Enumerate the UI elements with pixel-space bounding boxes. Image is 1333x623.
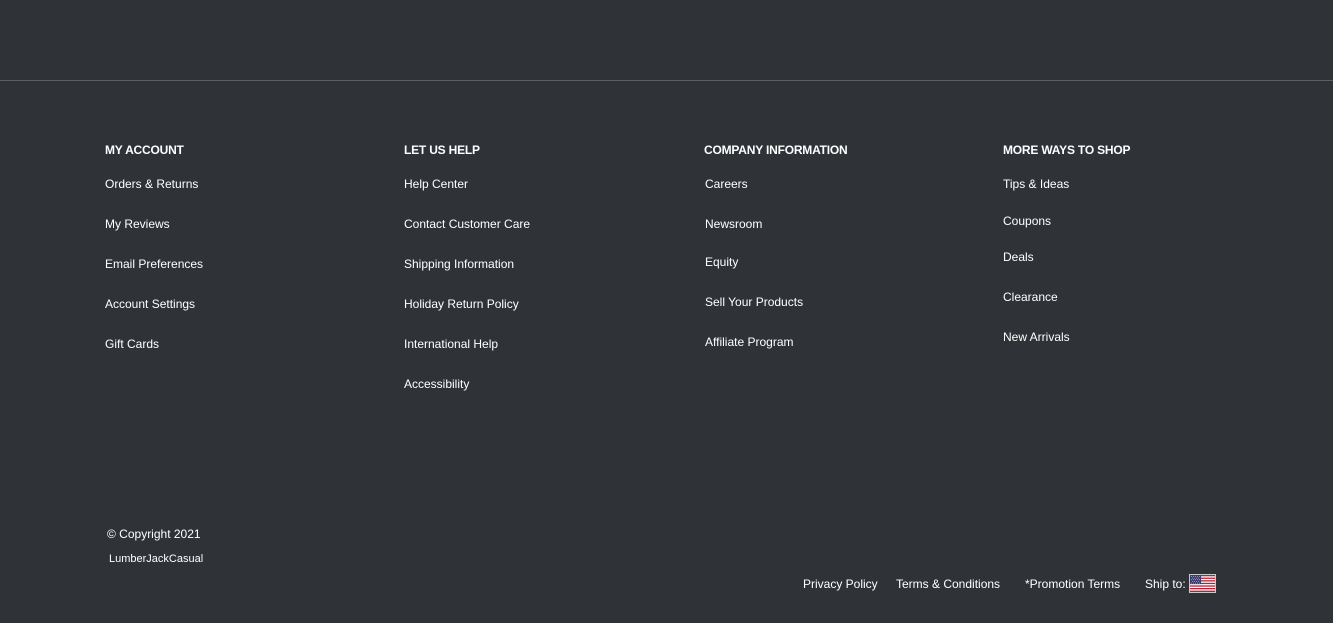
ship-to-label: Ship to: bbox=[1145, 577, 1186, 591]
help-center-link[interactable]: Help Center bbox=[404, 176, 468, 192]
us-flag-icon[interactable] bbox=[1189, 574, 1216, 593]
company-information-heading: COMPANY INFORMATION bbox=[704, 143, 848, 157]
clearance-link[interactable]: Clearance bbox=[1003, 289, 1058, 305]
my-reviews-link[interactable]: My Reviews bbox=[105, 216, 170, 232]
orders-returns-link[interactable]: Orders & Returns bbox=[105, 176, 198, 192]
brand-name: LumberJackCasual bbox=[109, 553, 204, 565]
account-settings-link[interactable]: Account Settings bbox=[105, 296, 195, 312]
my-account-heading: MY ACCOUNT bbox=[105, 143, 184, 157]
sell-your-products-link[interactable]: Sell Your Products bbox=[705, 294, 803, 310]
footer: MY ACCOUNT Orders & Returns My Reviews E… bbox=[0, 0, 1333, 623]
deals-link[interactable]: Deals bbox=[1003, 249, 1034, 265]
gift-cards-link[interactable]: Gift Cards bbox=[105, 336, 159, 352]
affiliate-program-link[interactable]: Affiliate Program bbox=[705, 334, 793, 350]
company-information-column: COMPANY INFORMATION Careers Newsroom Equ… bbox=[704, 142, 848, 349]
top-divider bbox=[0, 80, 1333, 81]
new-arrivals-link[interactable]: New Arrivals bbox=[1003, 329, 1070, 345]
privacy-policy-link[interactable]: Privacy Policy bbox=[803, 576, 878, 592]
shipping-information-link[interactable]: Shipping Information bbox=[404, 256, 514, 272]
newsroom-link[interactable]: Newsroom bbox=[705, 216, 762, 232]
more-ways-to-shop-heading: MORE WAYS TO SHOP bbox=[1003, 143, 1131, 157]
holiday-return-policy-link[interactable]: Holiday Return Policy bbox=[404, 296, 519, 312]
contact-customer-care-link[interactable]: Contact Customer Care bbox=[404, 216, 530, 232]
tips-ideas-link[interactable]: Tips & Ideas bbox=[1003, 176, 1069, 192]
my-account-column: MY ACCOUNT Orders & Returns My Reviews E… bbox=[105, 142, 203, 351]
more-ways-to-shop-column: MORE WAYS TO SHOP Tips & Ideas Coupons D… bbox=[1003, 142, 1131, 344]
equity-link[interactable]: Equity bbox=[705, 254, 738, 270]
email-preferences-link[interactable]: Email Preferences bbox=[105, 256, 203, 272]
accessibility-link[interactable]: Accessibility bbox=[404, 376, 469, 392]
coupons-link[interactable]: Coupons bbox=[1003, 213, 1051, 229]
terms-conditions-link[interactable]: Terms & Conditions bbox=[896, 576, 1000, 592]
international-help-link[interactable]: International Help bbox=[404, 336, 498, 352]
promotion-terms-link[interactable]: *Promotion Terms bbox=[1025, 576, 1120, 592]
let-us-help-column: LET US HELP Help Center Contact Customer… bbox=[404, 142, 530, 391]
copyright-text: © Copyright 2021 bbox=[107, 527, 201, 541]
careers-link[interactable]: Careers bbox=[705, 176, 748, 192]
let-us-help-heading: LET US HELP bbox=[404, 143, 480, 157]
